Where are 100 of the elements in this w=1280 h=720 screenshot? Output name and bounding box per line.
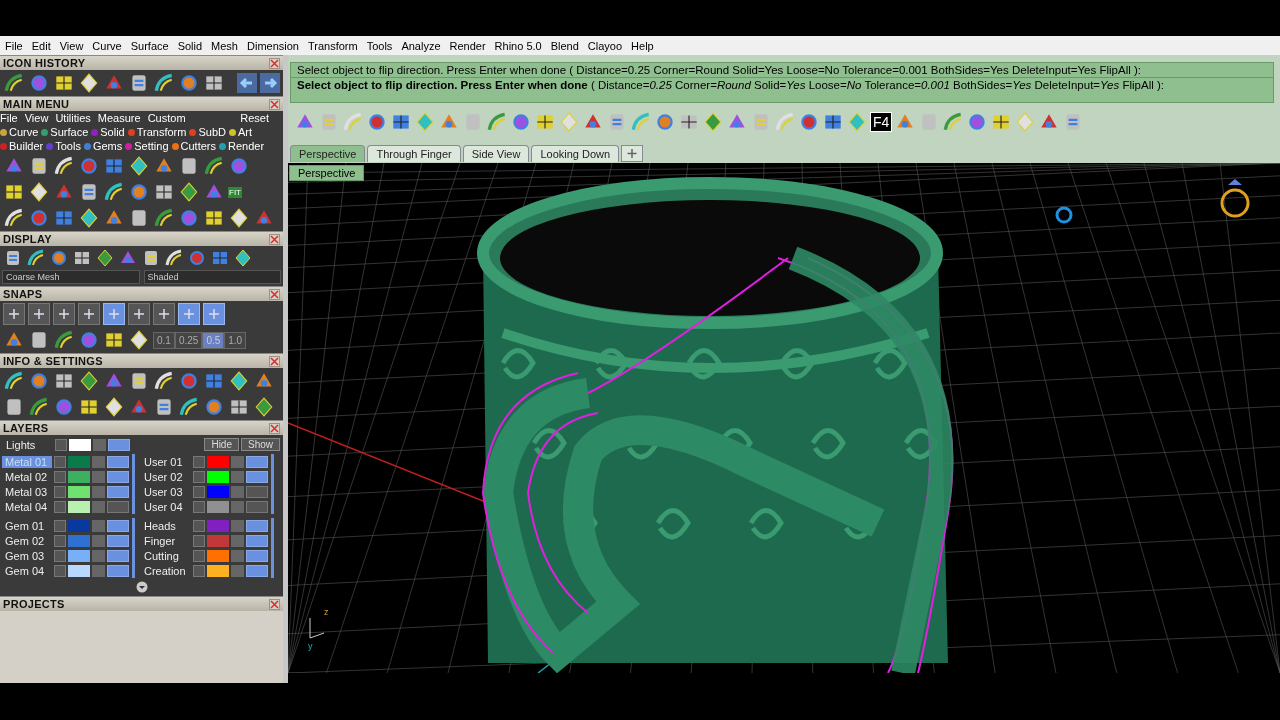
menu-item[interactable]: Utilities [55, 112, 91, 124]
category-item[interactable]: Curve [0, 126, 39, 138]
menu-item[interactable]: Measure [97, 112, 141, 124]
play-button[interactable] [55, 438, 67, 451]
tool-icon[interactable] [28, 370, 50, 392]
tool-icon[interactable] [28, 396, 50, 418]
tool-icon[interactable] [49, 248, 69, 268]
lock-button[interactable] [92, 500, 105, 513]
category-item[interactable]: Render [219, 140, 265, 152]
menu-item[interactable]: Surface [130, 39, 169, 52]
show-button[interactable]: Show [241, 438, 280, 451]
visibility-toggle[interactable] [107, 470, 129, 483]
tool-icon[interactable] [164, 248, 184, 268]
category-item[interactable]: Gems [83, 140, 123, 152]
tool-icon[interactable] [103, 396, 125, 418]
snap-toggle[interactable] [203, 303, 225, 325]
viewport-tab[interactable]: Looking Down [531, 145, 620, 162]
category-item[interactable]: Tools [46, 140, 81, 152]
snap-toggle[interactable] [3, 303, 25, 325]
visibility-toggle[interactable] [246, 564, 268, 577]
reset-link[interactable]: Reset [240, 112, 269, 124]
play-button[interactable] [54, 564, 66, 577]
lock-button[interactable] [92, 470, 105, 483]
layer-color-swatch[interactable] [68, 455, 90, 468]
layer-color-swatch[interactable] [68, 519, 90, 532]
tool-icon[interactable] [128, 181, 150, 203]
menu-item[interactable]: Solid [177, 39, 203, 52]
visibility-toggle[interactable] [107, 534, 129, 547]
visibility-toggle[interactable] [246, 470, 268, 483]
layer-color-swatch[interactable] [207, 485, 229, 498]
layer-name[interactable]: Heads [141, 519, 191, 532]
grid-step-button[interactable]: 0.25 [174, 331, 203, 349]
tool-icon[interactable] [253, 396, 275, 418]
visibility-toggle[interactable] [246, 534, 268, 547]
menu-item[interactable]: Dimension [247, 39, 299, 52]
layer-color-swatch[interactable] [207, 549, 229, 562]
layer-name[interactable]: Metal 02 [2, 470, 52, 483]
hide-button[interactable]: Hide [204, 438, 239, 451]
close-icon[interactable] [269, 233, 280, 245]
grid-step-button[interactable]: 0.1 [153, 331, 175, 349]
visibility-toggle[interactable] [107, 500, 129, 513]
play-button[interactable] [54, 500, 66, 513]
visibility-toggle[interactable] [107, 485, 129, 498]
play-button[interactable] [54, 485, 66, 498]
tool-icon[interactable] [228, 370, 250, 392]
snap-toggle[interactable] [128, 303, 150, 325]
menu-item[interactable]: Curve [92, 39, 122, 52]
category-item[interactable]: Transform [127, 126, 187, 138]
tool-icon[interactable] [78, 72, 100, 94]
layer-name[interactable]: Finger [141, 534, 191, 547]
menu-item[interactable]: View [24, 112, 49, 124]
lock-button[interactable] [92, 564, 105, 577]
mesh-dropdown[interactable]: Coarse Mesh [2, 270, 140, 284]
play-button[interactable] [193, 534, 205, 547]
lock-button[interactable] [231, 455, 244, 468]
layer-name[interactable]: User 02 [141, 470, 191, 483]
lock-button[interactable] [92, 549, 105, 562]
menu-item[interactable]: Mesh [211, 39, 238, 52]
tool-icon[interactable] [78, 370, 100, 392]
lock-button[interactable] [231, 470, 244, 483]
visibility-toggle[interactable] [107, 549, 129, 562]
tool-icon[interactable] [153, 72, 175, 94]
shade-dropdown[interactable]: Shaded [143, 270, 281, 284]
play-button[interactable] [54, 549, 66, 562]
tool-icon[interactable] [233, 248, 253, 268]
lock-button[interactable] [231, 500, 244, 513]
menu-item[interactable]: File [0, 112, 18, 124]
visibility-toggle[interactable] [107, 564, 129, 577]
play-button[interactable] [193, 519, 205, 532]
lock-button[interactable] [231, 485, 244, 498]
visibility-toggle[interactable] [246, 485, 268, 498]
layer-name[interactable]: Cutting [141, 549, 191, 562]
tool-icon[interactable] [203, 396, 225, 418]
menu-item[interactable]: Tools [366, 39, 393, 52]
fit-button[interactable]: FIT [228, 186, 242, 198]
play-button[interactable] [54, 455, 66, 468]
layer-color-swatch[interactable] [68, 485, 90, 498]
lock-button[interactable] [231, 564, 244, 577]
tool-icon[interactable] [78, 207, 100, 229]
menu-item[interactable]: File [5, 39, 23, 52]
close-icon[interactable] [269, 355, 280, 367]
play-button[interactable] [193, 470, 205, 483]
visibility-toggle[interactable] [107, 455, 129, 468]
visibility-toggle[interactable] [246, 519, 268, 532]
category-item[interactable]: Cutters [171, 140, 216, 152]
menu-item[interactable]: Render [449, 39, 486, 52]
category-item[interactable]: Builder [0, 140, 44, 152]
play-button[interactable] [193, 564, 205, 577]
play-button[interactable] [193, 455, 205, 468]
play-button[interactable] [193, 549, 205, 562]
lock-button[interactable] [92, 485, 105, 498]
menu-item[interactable]: Transform [307, 39, 358, 52]
layer-name[interactable]: User 01 [141, 455, 191, 468]
layer-name[interactable]: Gem 03 [2, 549, 52, 562]
menu-item[interactable]: Rhino 5.0 [494, 39, 542, 52]
menu-item[interactable]: Clayoo [587, 39, 623, 52]
snap-toggle[interactable] [178, 303, 200, 325]
lock-button[interactable] [93, 438, 106, 451]
tool-icon[interactable] [53, 329, 75, 351]
layer-name[interactable]: Metal 04 [2, 500, 52, 513]
